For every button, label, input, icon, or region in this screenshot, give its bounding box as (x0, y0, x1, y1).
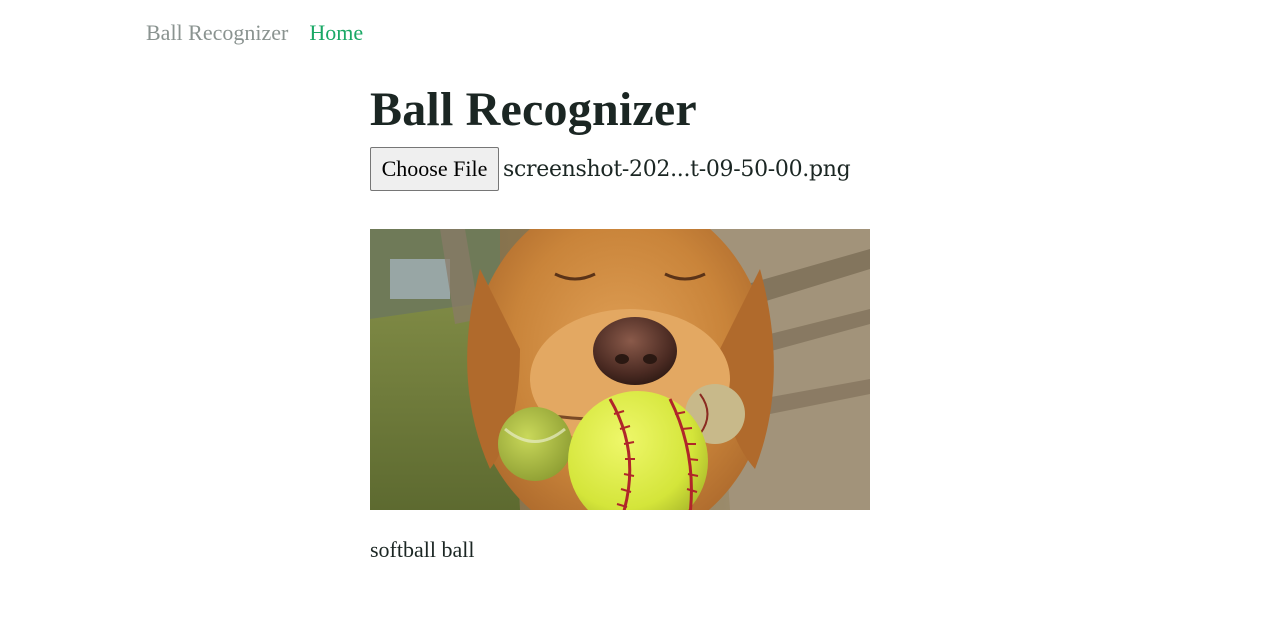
top-nav: Ball Recognizer Home (146, 18, 363, 48)
nav-brand-link[interactable]: Ball Recognizer (146, 20, 288, 46)
selected-file-name: screenshot-202...t-09-50-00.png (503, 156, 851, 182)
uploaded-image-preview (370, 229, 870, 510)
choose-file-button[interactable]: Choose File (370, 147, 499, 191)
recognition-result: softball ball (370, 537, 475, 562)
file-input[interactable]: Choose File screenshot-202...t-09-50-00.… (370, 147, 970, 191)
main-content: Ball Recognizer Choose File screenshot-2… (370, 78, 970, 562)
page-title: Ball Recognizer (370, 83, 697, 136)
nav-home-link[interactable]: Home (309, 20, 363, 46)
